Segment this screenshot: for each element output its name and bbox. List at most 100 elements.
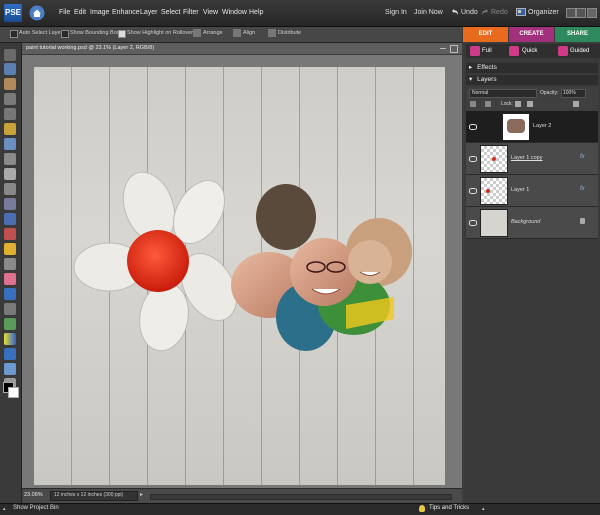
- layer-name[interactable]: Layer 2: [533, 123, 551, 129]
- quick-edit-icon[interactable]: [509, 46, 519, 56]
- menu-enhance[interactable]: Enhance: [112, 9, 140, 16]
- menu-edit[interactable]: Edit: [74, 9, 86, 16]
- layer-fx-icon[interactable]: fx: [580, 186, 585, 192]
- paint-bucket-tool-icon[interactable]: [4, 318, 16, 330]
- layer-row[interactable]: Layer 1 fx: [466, 175, 598, 207]
- menu-help[interactable]: Help: [249, 9, 263, 16]
- marquee-tool-icon[interactable]: [4, 108, 16, 120]
- arrange-icon[interactable]: [193, 29, 201, 37]
- cookie-cutter-tool-icon[interactable]: [4, 198, 16, 210]
- quick-edit-button[interactable]: Quick: [522, 48, 537, 54]
- zoom-tool-icon[interactable]: [4, 63, 16, 75]
- brush-tool-icon[interactable]: [4, 288, 16, 300]
- gradient-tool-icon[interactable]: [4, 333, 16, 345]
- shape-tool-icon[interactable]: [4, 348, 16, 360]
- project-bin-arrow-icon[interactable]: ▴: [3, 506, 6, 512]
- smart-brush-tool-icon[interactable]: [4, 303, 16, 315]
- undo-icon[interactable]: [451, 8, 459, 16]
- eyedropper-tool-icon[interactable]: [4, 93, 16, 105]
- delete-layer-icon[interactable]: [573, 101, 579, 107]
- doc-minimize-button[interactable]: [440, 48, 446, 49]
- app-logo: PSE: [4, 4, 22, 22]
- blend-mode-select[interactable]: Normal: [469, 89, 537, 98]
- auto-select-checkbox[interactable]: [10, 30, 18, 38]
- redo-button[interactable]: Redo: [491, 9, 508, 16]
- tips-and-tricks-button[interactable]: Tips and Tricks: [429, 505, 469, 511]
- red-eye-tool-icon[interactable]: [4, 228, 16, 240]
- show-project-bin-button[interactable]: Show Project Bin: [13, 505, 59, 511]
- menu-select[interactable]: Select: [161, 9, 180, 16]
- lasso-tool-icon[interactable]: [4, 123, 16, 135]
- lock-transparent-icon[interactable]: [515, 101, 521, 107]
- healing-brush-tool-icon[interactable]: [4, 243, 16, 255]
- tab-share[interactable]: SHARE: [555, 27, 600, 42]
- tips-expand-icon[interactable]: ▴: [482, 506, 485, 512]
- adjustment-layer-icon[interactable]: [485, 101, 491, 107]
- layers-title: Layers: [477, 76, 497, 83]
- menu-filter[interactable]: Filter: [183, 9, 199, 16]
- bounding-box-checkbox[interactable]: [61, 30, 69, 38]
- layer-row[interactable]: Layer 2: [466, 111, 598, 143]
- restore-button[interactable]: [576, 8, 586, 18]
- redo-icon[interactable]: [481, 8, 489, 16]
- layer-fx-icon[interactable]: fx: [580, 154, 585, 160]
- new-layer-icon[interactable]: [470, 101, 476, 107]
- horizontal-scrollbar[interactable]: [150, 494, 452, 500]
- join-now-link[interactable]: Join Now: [414, 9, 443, 16]
- zoom-readout[interactable]: 23.06%: [24, 492, 43, 498]
- visibility-eye-icon[interactable]: [469, 220, 477, 226]
- selection-brush-tool-icon[interactable]: [4, 153, 16, 165]
- menu-window[interactable]: Window: [222, 9, 247, 16]
- layer-name[interactable]: Layer 1 copy: [511, 155, 543, 161]
- canvas[interactable]: [34, 67, 445, 485]
- blur-tool-icon[interactable]: [4, 363, 16, 375]
- visibility-eye-icon[interactable]: [469, 188, 477, 194]
- red-dot-thumb: [492, 157, 496, 161]
- effects-title: Effects: [477, 64, 497, 71]
- organizer-icon[interactable]: [516, 7, 526, 17]
- menu-view[interactable]: View: [203, 9, 218, 16]
- layer-name[interactable]: Background: [511, 219, 540, 225]
- minimize-button[interactable]: [566, 8, 576, 18]
- visibility-eye-icon[interactable]: [469, 124, 477, 130]
- clone-stamp-tool-icon[interactable]: [4, 258, 16, 270]
- opacity-input[interactable]: 100%: [561, 89, 586, 98]
- hand-tool-icon[interactable]: [4, 78, 16, 90]
- move-tool-icon[interactable]: [4, 49, 16, 61]
- guided-edit-button[interactable]: Guided: [570, 48, 589, 54]
- close-window-button[interactable]: [587, 8, 597, 18]
- menu-layer[interactable]: Layer: [140, 9, 158, 16]
- crop-tool-icon[interactable]: [4, 183, 16, 195]
- tab-edit[interactable]: EDIT: [463, 27, 508, 42]
- menu-file[interactable]: File: [59, 9, 70, 16]
- background-color-swatch[interactable]: [8, 387, 19, 398]
- guided-edit-icon[interactable]: [558, 46, 568, 56]
- doc-close-button[interactable]: [450, 45, 458, 53]
- visibility-eye-icon[interactable]: [469, 156, 477, 162]
- effects-panel-header[interactable]: ▸ Effects: [466, 63, 598, 73]
- distribute-button[interactable]: Distribute: [278, 30, 301, 36]
- layer-row[interactable]: Layer 1 copy fx: [466, 143, 598, 175]
- highlight-checkbox[interactable]: [118, 30, 126, 38]
- straighten-tool-icon[interactable]: [4, 213, 16, 225]
- undo-button[interactable]: Undo: [461, 9, 478, 16]
- distribute-icon[interactable]: [268, 29, 276, 37]
- tab-create[interactable]: CREATE: [509, 27, 554, 42]
- home-icon[interactable]: [29, 5, 45, 21]
- layer-name[interactable]: Layer 1: [511, 187, 529, 193]
- eraser-tool-icon[interactable]: [4, 273, 16, 285]
- organizer-button[interactable]: Organizer: [528, 9, 559, 16]
- full-edit-button[interactable]: Full: [482, 48, 492, 54]
- magic-wand-tool-icon[interactable]: [4, 138, 16, 150]
- align-button[interactable]: Align: [243, 30, 255, 36]
- sign-in-link[interactable]: Sign In: [385, 9, 407, 16]
- status-menu-arrow-icon[interactable]: ▸: [140, 491, 145, 499]
- type-tool-icon[interactable]: [4, 168, 16, 180]
- lock-all-icon[interactable]: [527, 101, 533, 107]
- arrange-button[interactable]: Arrange: [203, 30, 223, 36]
- align-icon[interactable]: [233, 29, 241, 37]
- layer-row[interactable]: Background: [466, 207, 598, 239]
- layers-panel-header[interactable]: ▾ Layers: [466, 75, 598, 85]
- menu-image[interactable]: Image: [90, 9, 109, 16]
- full-edit-icon[interactable]: [470, 46, 480, 56]
